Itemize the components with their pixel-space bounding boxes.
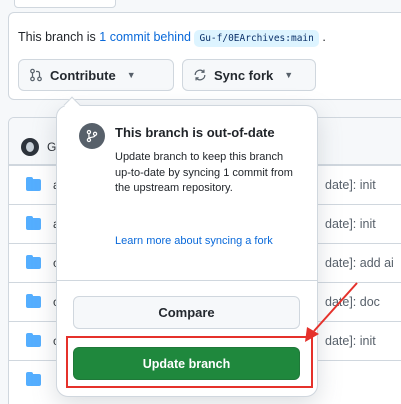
- folder-icon: [26, 372, 41, 386]
- commit-message[interactable]: date]: init: [325, 217, 376, 231]
- learn-more-link[interactable]: Learn more about syncing a fork: [115, 235, 273, 247]
- owner-name[interactable]: G: [47, 140, 56, 154]
- sync-fork-button[interactable]: Sync fork ▼: [182, 59, 316, 91]
- commit-message[interactable]: date]: add ai: [325, 256, 394, 270]
- chevron-down-icon: ▼: [126, 70, 136, 80]
- status-suffix: .: [318, 30, 326, 44]
- folder-icon: [26, 255, 41, 269]
- compare-button[interactable]: Compare: [73, 296, 300, 329]
- chevron-down-icon: ▼: [284, 70, 294, 80]
- sync-fork-label: Sync fork: [214, 67, 274, 83]
- contribute-button[interactable]: Contribute ▼: [18, 59, 174, 91]
- popover-divider: [57, 280, 317, 281]
- update-branch-button[interactable]: Update branch: [73, 347, 300, 380]
- folder-icon: [26, 294, 41, 308]
- branch-status-text: This branch is 1 commit behind Gu-f/0EAr…: [18, 30, 326, 47]
- upstream-ref: Gu-f/0EArchives:main: [194, 30, 319, 47]
- folder-icon: [26, 216, 41, 230]
- pull-request-icon: [30, 68, 42, 82]
- commit-message[interactable]: date]: init: [325, 334, 376, 348]
- popover-title: This branch is out-of-date: [115, 125, 275, 140]
- git-branch-icon: [79, 123, 105, 149]
- page: This branch is 1 commit behind Gu-f/0EAr…: [0, 0, 401, 404]
- contribute-label: Contribute: [50, 67, 116, 83]
- status-prefix: This branch is: [18, 30, 100, 44]
- commit-message[interactable]: date]: init: [325, 178, 376, 192]
- folder-icon: [26, 333, 41, 347]
- popover-description: Update branch to keep this branch up-to-…: [115, 151, 293, 194]
- top-button-stub[interactable]: [14, 0, 116, 8]
- commits-behind-link[interactable]: 1 commit behind: [99, 30, 191, 44]
- folder-icon: [26, 177, 41, 191]
- sync-icon: [194, 69, 206, 81]
- avatar[interactable]: [21, 138, 39, 156]
- commit-message[interactable]: date]: doc: [325, 295, 380, 309]
